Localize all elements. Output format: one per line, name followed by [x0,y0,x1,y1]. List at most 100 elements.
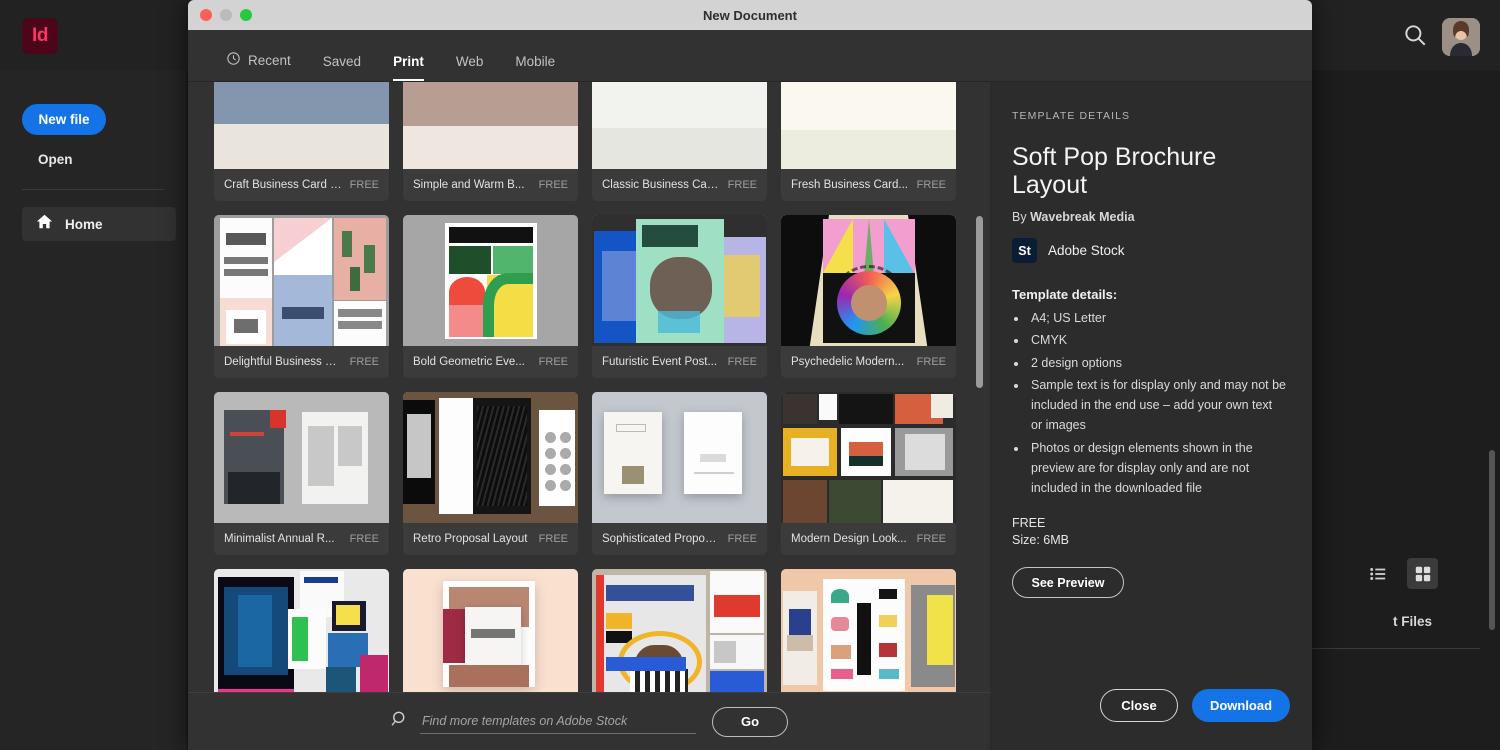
template-card[interactable]: Bold Geometric Eve... FREE [403,215,578,378]
tab-label: Mobile [515,54,555,69]
new-file-button[interactable]: New file [22,104,106,135]
template-size-label: Size: 6MB [1012,533,1286,547]
template-thumbnail [592,215,767,346]
dialog-actions: Close Download [1100,689,1290,722]
template-title: Craft Business Card L... [224,179,342,191]
detail-bullet: 2 design options [1028,353,1286,373]
tab-print[interactable]: Print [377,54,440,81]
detail-bullet: Sample text is for display only and may … [1028,375,1286,436]
search-input[interactable] [420,709,696,734]
search-icon [390,709,410,734]
template-price: FREE [917,356,946,368]
template-card[interactable]: Delightful Business C... FREE [214,215,389,378]
tab-saved[interactable]: Saved [307,54,377,81]
template-price: FREE [728,356,757,368]
template-title: Delightful Business C... [224,356,342,368]
template-title: Classic Business Card... [602,179,720,191]
template-title: Retro Proposal Layout [413,533,531,545]
template-details-pane: TEMPLATE DETAILS Soft Pop Brochure Layou… [990,82,1312,750]
template-card[interactable]: Craft Business Card L... FREE [214,82,389,201]
avatar[interactable] [1442,18,1480,56]
tab-label: Print [393,54,424,69]
grid-view-icon[interactable] [1407,558,1438,589]
dialog-body: Craft Business Card L... FREE Simple and… [188,82,1312,750]
detail-bullet: CMYK [1028,330,1286,350]
template-thumbnail [214,215,389,346]
template-card[interactable]: Classic Business Card... FREE [592,82,767,201]
template-card[interactable]: Sophisticated Propos... FREE [592,392,767,555]
template-card[interactable]: Futuristic Event Post... FREE [592,215,767,378]
template-thumbnail [403,82,578,169]
see-preview-button[interactable]: See Preview [1012,567,1124,598]
template-price: FREE [539,356,568,368]
template-thumbnail [403,215,578,346]
template-card[interactable]: Fresh Business Card... FREE [781,82,956,201]
template-thumbnail [592,569,767,700]
template-author: By Wavebreak Media [1012,210,1286,224]
view-toggle-group [1362,558,1438,589]
details-kicker: TEMPLATE DETAILS [1012,110,1286,122]
template-price-label: FREE [1012,516,1286,530]
indesign-logo: Id [22,18,58,54]
template-title: Sophisticated Propos... [602,533,720,545]
template-grid: Craft Business Card L... FREE Simple and… [214,82,964,732]
template-title: Psychedelic Modern... [791,356,909,368]
template-grid-scroll: Craft Business Card L... FREE Simple and… [188,82,990,692]
template-thumbnail [403,392,578,523]
template-title: Bold Geometric Eve... [413,356,531,368]
template-price: FREE [917,179,946,191]
template-title: Futuristic Event Post... [602,356,720,368]
new-document-dialog: New Document Recent Saved Print Web Mobi… [188,0,1312,750]
open-button[interactable]: Open [38,152,186,167]
template-card[interactable]: Simple and Warm B... FREE [403,82,578,201]
home-icon [36,213,53,235]
template-thumbnail [781,215,956,346]
clock-icon [226,51,241,69]
close-button[interactable]: Close [1100,689,1178,722]
template-price: FREE [350,533,379,545]
template-thumbnail [592,82,767,169]
go-button[interactable]: Go [712,707,788,737]
list-view-icon[interactable] [1362,558,1393,589]
sidebar-item-label: Home [65,217,103,232]
detail-bullet: Photos or design elements shown in the p… [1028,438,1286,499]
template-grid-pane: Craft Business Card L... FREE Simple and… [188,82,990,750]
details-subheading: Template details: [1012,287,1286,302]
template-card[interactable]: Psychedelic Modern... FREE [781,215,956,378]
tab-label: Saved [323,54,361,69]
tab-web[interactable]: Web [440,54,500,81]
template-card[interactable]: Modern Design Look... FREE [781,392,956,555]
adobe-stock-row: St Adobe Stock [1012,238,1286,263]
template-grid-scrollbar[interactable] [976,216,983,388]
tab-mobile[interactable]: Mobile [499,54,571,81]
tab-recent[interactable]: Recent [210,51,307,81]
template-price: FREE [728,179,757,191]
stock-search-bar: Go [188,692,990,750]
tab-label: Web [456,54,484,69]
sidebar-item-home[interactable]: Home [22,207,176,241]
tab-label: Recent [248,53,291,68]
template-price: FREE [917,533,946,545]
template-thumbnail [781,569,956,700]
template-thumbnail [781,82,956,169]
template-card[interactable]: Minimalist Annual R... FREE [214,392,389,555]
template-thumbnail [403,569,578,700]
detail-bullet: A4; US Letter [1028,308,1286,328]
template-thumbnail [214,82,389,169]
template-thumbnail [214,569,389,700]
search-icon[interactable] [1402,22,1428,48]
template-title: Minimalist Annual R... [224,533,342,545]
template-price: FREE [539,179,568,191]
template-price: FREE [350,179,379,191]
download-button[interactable]: Download [1192,689,1290,722]
template-title: Modern Design Look... [791,533,909,545]
template-thumbnail [781,392,956,523]
author-name: Wavebreak Media [1030,210,1134,224]
details-bullet-list: A4; US Letter CMYK 2 design options Samp… [1028,308,1286,498]
dialog-tabs: Recent Saved Print Web Mobile [188,30,1312,82]
template-thumbnail [592,392,767,523]
app-scrollbar[interactable] [1489,450,1495,630]
dialog-title: New Document [188,8,1312,23]
dialog-titlebar[interactable]: New Document [188,0,1312,30]
template-card[interactable]: Retro Proposal Layout FREE [403,392,578,555]
